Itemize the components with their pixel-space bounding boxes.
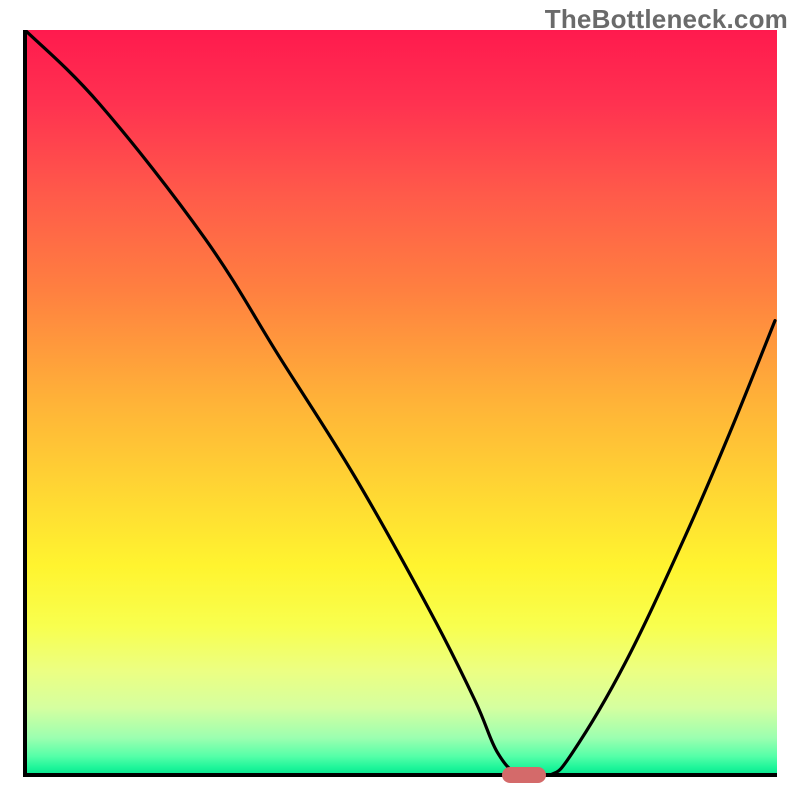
bottleneck-plot	[23, 30, 777, 777]
chart-frame: TheBottleneck.com	[0, 0, 800, 800]
gradient-fill	[25, 30, 777, 775]
optimum-marker	[502, 767, 546, 783]
